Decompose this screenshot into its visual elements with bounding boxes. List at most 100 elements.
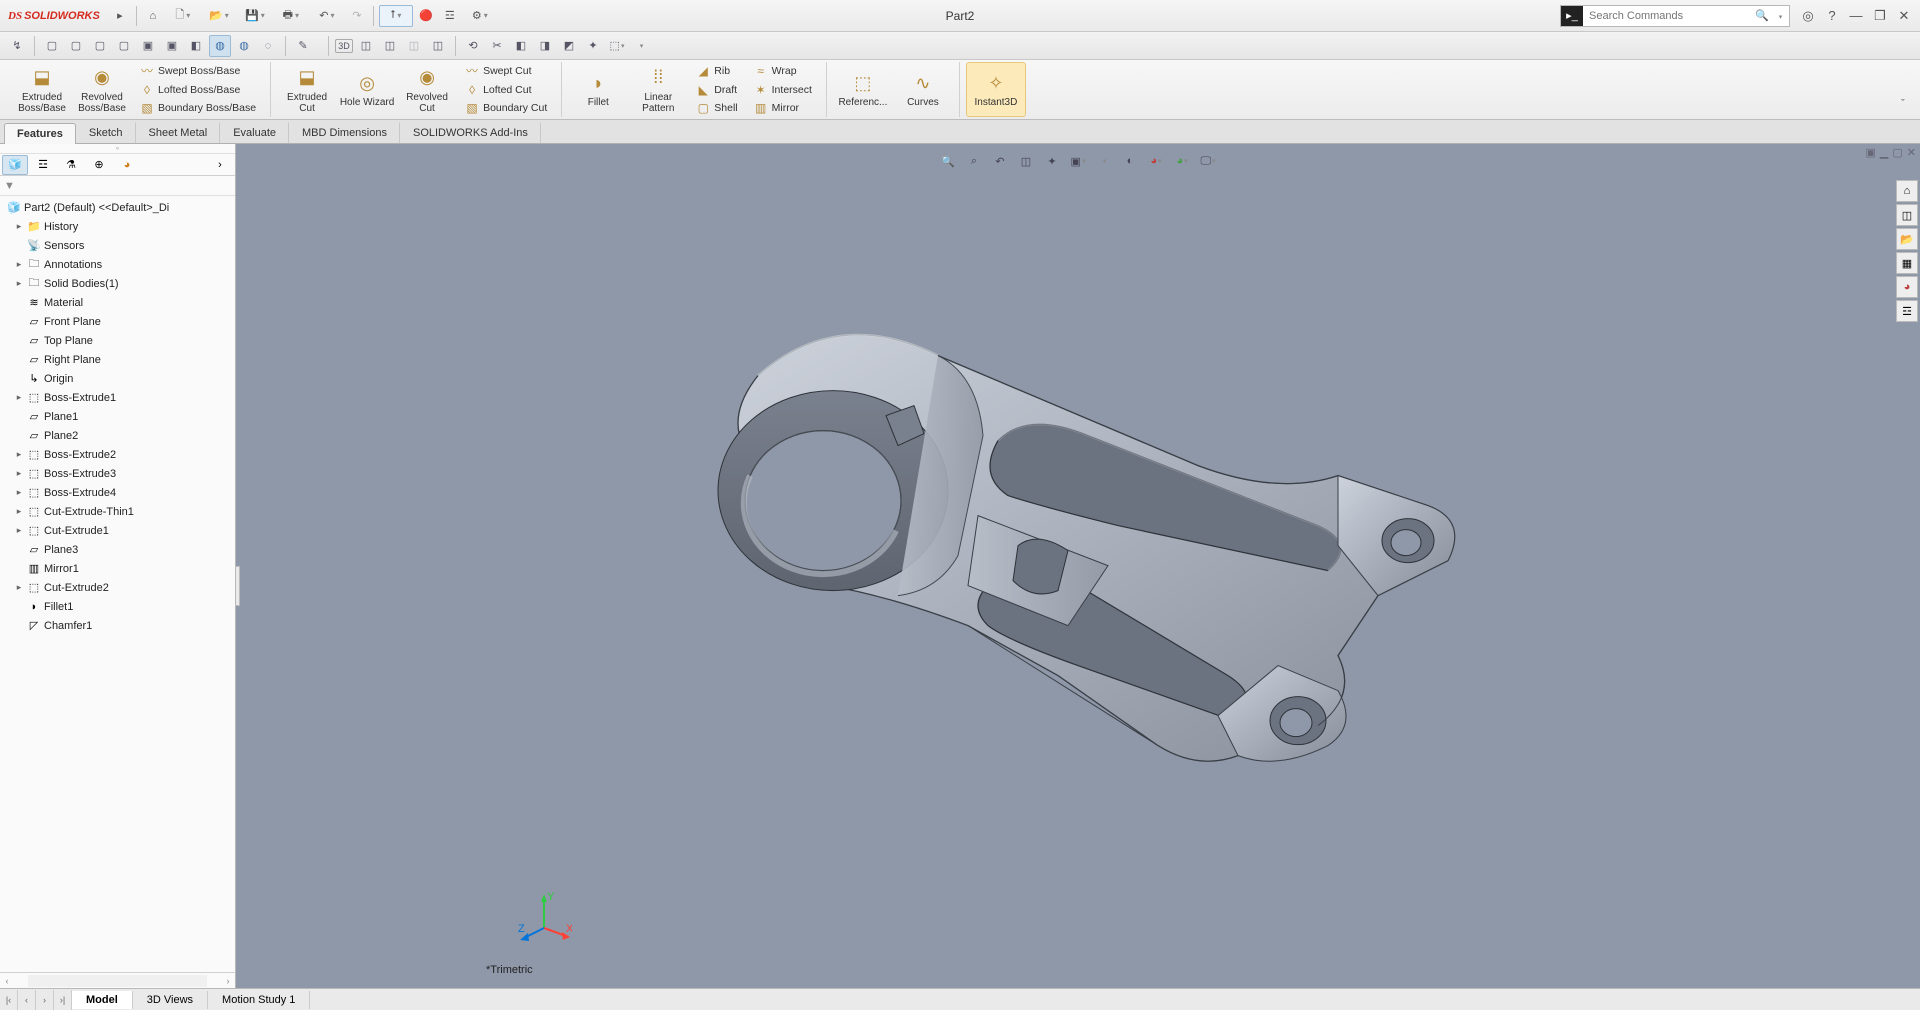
expand-icon[interactable]: ▸: [14, 468, 24, 479]
tree-tab-more-icon[interactable]: ›: [207, 155, 233, 175]
tree-filter[interactable]: ▼: [0, 176, 235, 196]
tab-solidworks-add-ins[interactable]: SOLIDWORKS Add-Ins: [400, 122, 541, 143]
vp-max-icon[interactable]: ▢: [1892, 146, 1902, 159]
curves-button[interactable]: ∿Curves: [893, 62, 953, 117]
cube4-icon[interactable]: ◫: [427, 35, 449, 57]
tool-g-icon[interactable]: ⬚: [606, 35, 628, 57]
prev-view-icon[interactable]: ↶: [989, 150, 1011, 172]
btab-first-icon[interactable]: |‹: [0, 990, 18, 1010]
bottom-tab-3d-views[interactable]: 3D Views: [133, 991, 208, 1009]
expand-icon[interactable]: ▸: [14, 506, 24, 517]
taskpane-view-icon[interactable]: ▦: [1896, 252, 1918, 274]
tree-item[interactable]: ▸⬚Boss-Extrude2: [0, 445, 235, 464]
bottom-tab-motion-study-1[interactable]: Motion Study 1: [208, 991, 310, 1009]
tree-item[interactable]: ▱Top Plane: [0, 331, 235, 350]
tree-item[interactable]: ▱Front Plane: [0, 312, 235, 331]
taskpane-custom-icon[interactable]: ☲: [1896, 300, 1918, 322]
tool-e-icon[interactable]: ◩: [558, 35, 580, 57]
tree-item[interactable]: ◸Chamfer1: [0, 616, 235, 635]
undo-icon[interactable]: ↶: [310, 5, 344, 27]
extruded-cut-button[interactable]: ⬓Extruded Cut: [277, 62, 337, 117]
appearance2-icon[interactable]: ◕: [1171, 150, 1193, 172]
boundary-cut-button[interactable]: ▧Boundary Cut: [461, 99, 551, 117]
taskpane-library-icon[interactable]: 📂: [1896, 228, 1918, 250]
taskpane-appearance-icon[interactable]: ◕: [1896, 276, 1918, 298]
vp-min-icon[interactable]: ▁: [1880, 146, 1888, 159]
revolved-boss-button[interactable]: ◉Revolved Boss/Base: [72, 62, 132, 117]
hide-show-icon[interactable]: [1093, 150, 1115, 172]
tree-tab-appearance-icon[interactable]: ◕: [114, 155, 140, 175]
redo-icon[interactable]: ↷: [346, 5, 368, 27]
tree-item[interactable]: ▥Mirror1: [0, 559, 235, 578]
tree-item[interactable]: ▸⬚Boss-Extrude4: [0, 483, 235, 502]
expand-icon[interactable]: ▸: [14, 392, 24, 403]
view-wireframe-icon[interactable]: ◌: [257, 35, 279, 57]
view-shaded2-icon[interactable]: ◍: [233, 35, 255, 57]
tab-mbd-dimensions[interactable]: MBD Dimensions: [289, 122, 400, 143]
home-icon[interactable]: ⌂: [142, 5, 164, 27]
view-right-icon[interactable]: ▢: [113, 35, 135, 57]
btab-next-icon[interactable]: ›: [36, 990, 54, 1010]
bottom-tab-model[interactable]: Model: [72, 991, 133, 1009]
tree-item[interactable]: ▸🗀Annotations: [0, 255, 235, 274]
cube1-icon[interactable]: ◫: [355, 35, 377, 57]
section-view-icon[interactable]: ◫: [1015, 150, 1037, 172]
tree-root[interactable]: 🧊 Part2 (Default) <<Default>_Di: [0, 198, 235, 217]
measure-icon[interactable]: ✎: [292, 35, 314, 57]
3d-icon[interactable]: 3D: [335, 39, 353, 53]
3d-viewport[interactable]: 🔍 ⌕ ↶ ◫ ✦ ▣ ◐ ◕ ◕ 🖵 ▣ ▁ ▢ ✕ ⌂ ◫ 📂 ▦ ◕ ☲: [236, 144, 1920, 988]
wrap-button[interactable]: ≈Wrap: [750, 62, 816, 80]
view-top-icon[interactable]: ▣: [137, 35, 159, 57]
tree-item[interactable]: ▸🗀Solid Bodies(1): [0, 274, 235, 293]
revolved-cut-button[interactable]: ◉Revolved Cut: [397, 62, 457, 117]
save-icon[interactable]: 💾: [238, 5, 272, 27]
rib-button[interactable]: ◢Rib: [692, 62, 741, 80]
cube2-icon[interactable]: ◫: [379, 35, 401, 57]
tree-item[interactable]: ↳Origin: [0, 369, 235, 388]
btab-last-icon[interactable]: ›|: [54, 990, 72, 1010]
tree-item[interactable]: ▸⬚Boss-Extrude3: [0, 464, 235, 483]
tool-b-icon[interactable]: ✂: [486, 35, 508, 57]
cube3-icon[interactable]: ◫: [403, 35, 425, 57]
restore-icon[interactable]: ❐: [1868, 4, 1892, 28]
tree-item[interactable]: 📡Sensors: [0, 236, 235, 255]
tool-a-icon[interactable]: ⟲: [462, 35, 484, 57]
expand-icon[interactable]: ▸: [14, 221, 24, 232]
tab-features[interactable]: Features: [4, 123, 76, 144]
shell-button[interactable]: ▢Shell: [692, 99, 741, 117]
view-bottom-icon[interactable]: ▣: [161, 35, 183, 57]
view-back-icon[interactable]: ▢: [65, 35, 87, 57]
settings-gear-icon[interactable]: ⚙: [463, 5, 497, 27]
vp-link-icon[interactable]: ▣: [1866, 146, 1876, 159]
tree-item[interactable]: ▱Right Plane: [0, 350, 235, 369]
search-dropdown-icon[interactable]: [1771, 10, 1789, 22]
display-style-icon[interactable]: ▣: [1067, 150, 1089, 172]
swept-cut-button[interactable]: 〰Swept Cut: [461, 62, 551, 80]
expand-icon[interactable]: ▸: [14, 487, 24, 498]
expand-icon[interactable]: ▸: [14, 449, 24, 460]
coord-icon[interactable]: ↯: [6, 35, 28, 57]
view-iso-icon[interactable]: ◧: [185, 35, 207, 57]
tool-d-icon[interactable]: ◨: [534, 35, 556, 57]
tree-item[interactable]: ▸⬚Cut-Extrude-Thin1: [0, 502, 235, 521]
tree-tab-feature-icon[interactable]: 🧊: [2, 155, 28, 175]
tool-h-icon[interactable]: [630, 35, 652, 57]
vp-close-icon[interactable]: ✕: [1907, 146, 1916, 159]
expand-icon[interactable]: ▸: [14, 525, 24, 536]
zoom-area-icon[interactable]: ⌕: [963, 150, 985, 172]
expand-icon[interactable]: ▸: [14, 278, 24, 289]
lofted-boss-button[interactable]: ◊Lofted Boss/Base: [136, 81, 260, 99]
tree-item[interactable]: ▸📁History: [0, 217, 235, 236]
tree-item[interactable]: ▱Plane2: [0, 426, 235, 445]
open-doc-icon[interactable]: 📂: [202, 5, 236, 27]
tab-sketch[interactable]: Sketch: [76, 122, 136, 143]
view-left-icon[interactable]: ▢: [89, 35, 111, 57]
btab-prev-icon[interactable]: ‹: [18, 990, 36, 1010]
search-magnifier-icon[interactable]: 🔍: [1753, 9, 1771, 22]
tree-item[interactable]: ≋Material: [0, 293, 235, 312]
tree-resize-grip[interactable]: [236, 566, 240, 606]
tree-item[interactable]: ▸⬚Cut-Extrude1: [0, 521, 235, 540]
expand-icon[interactable]: ▸: [14, 582, 24, 593]
lofted-cut-button[interactable]: ◊Lofted Cut: [461, 81, 551, 99]
view-shaded-icon[interactable]: ◍: [209, 35, 231, 57]
